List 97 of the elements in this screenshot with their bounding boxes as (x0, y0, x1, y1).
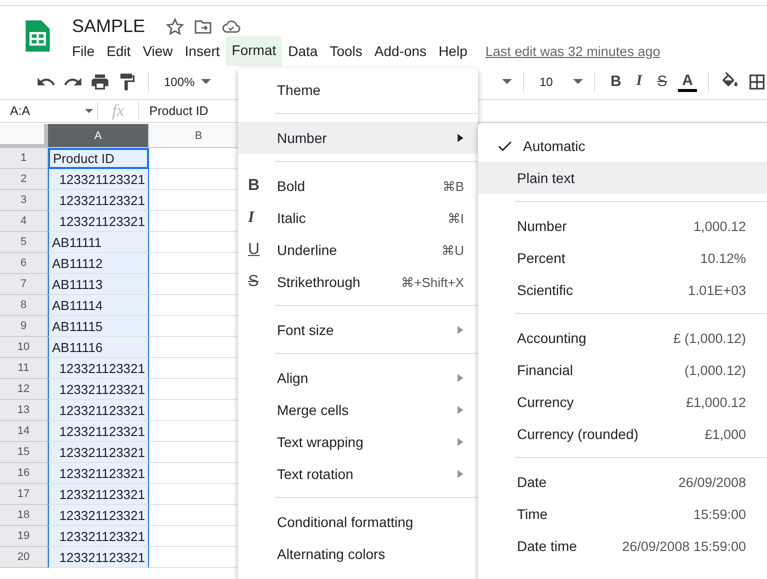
row-header[interactable]: 6 (0, 253, 48, 274)
caret-icon (85, 109, 93, 113)
menu-item[interactable]: Text wrapping (238, 426, 478, 458)
table-cell[interactable]: AB11115 (48, 316, 149, 337)
row-header[interactable]: 10 (0, 337, 48, 358)
star-icon[interactable] (165, 16, 186, 36)
menu-item[interactable]: View (136, 39, 179, 63)
table-cell[interactable]: 123321123321 (48, 526, 149, 547)
table-cell[interactable]: AB11114 (48, 295, 149, 316)
row-header[interactable]: 1 (0, 148, 48, 169)
menu-item[interactable]: Number (238, 122, 478, 154)
print-icon[interactable] (90, 72, 110, 92)
table-cell[interactable]: 123321123321 (48, 442, 149, 463)
row-header[interactable]: 15 (0, 442, 48, 463)
menu-item[interactable]: Automatic (478, 130, 767, 162)
menu-item[interactable]: S Strikethrough ⌘+Shift+X (238, 266, 478, 298)
format-glyph-icon: B (248, 177, 277, 195)
row-header[interactable]: 9 (0, 316, 48, 337)
row-header[interactable]: 12 (0, 379, 48, 400)
menu-item[interactable]: I Italic ⌘I (238, 202, 478, 234)
menu-item[interactable]: Accounting £ (1,000.12) (478, 322, 767, 354)
table-cell[interactable]: 123321123321 (48, 463, 149, 484)
caret-icon (200, 79, 211, 84)
menu-item[interactable]: U Underline ⌘U (238, 234, 478, 266)
borders-icon[interactable] (747, 72, 767, 92)
menu-item[interactable]: Align (238, 362, 478, 394)
table-cell[interactable]: 123321123321 (48, 400, 149, 421)
fx-label: fx (98, 102, 140, 120)
column-header[interactable]: A (48, 124, 149, 148)
menu-item[interactable]: Currency £1,000.12 (478, 386, 767, 418)
menu-item[interactable]: Alternating colors (238, 538, 478, 570)
menu-item[interactable]: Add-ons (368, 39, 433, 63)
menu-item[interactable]: Merge cells (238, 394, 478, 426)
table-cell[interactable]: 123321123321 (48, 484, 149, 505)
menu-item[interactable]: Date 26/09/2008 (478, 466, 767, 498)
menu-item[interactable]: Scientific 1.01E+03 (478, 274, 767, 306)
row-header[interactable]: 20 (0, 547, 48, 568)
row-header[interactable]: 5 (0, 232, 48, 253)
row-header[interactable]: 2 (0, 169, 48, 190)
table-cell[interactable]: 123321123321 (48, 421, 149, 442)
row-header[interactable]: 3 (0, 190, 48, 211)
format-glyph-icon: S (248, 273, 277, 291)
caret-icon (573, 79, 584, 84)
row-header[interactable]: 18 (0, 505, 48, 526)
menu-item[interactable]: Font size (238, 314, 478, 346)
row-header[interactable]: 4 (0, 211, 48, 232)
table-cell[interactable]: 123321123321 (48, 190, 149, 211)
table-cell[interactable]: AB11112 (48, 253, 149, 274)
menu-item[interactable]: Time 15:59:00 (478, 498, 767, 530)
font-size-dropdown[interactable]: 10 (535, 74, 584, 88)
menu-item[interactable]: Text rotation (238, 458, 478, 490)
table-cell[interactable]: Product ID (48, 148, 149, 169)
menu-item[interactable]: Insert (178, 39, 226, 63)
italic-button[interactable]: I (632, 71, 646, 92)
menu-item[interactable]: Data (282, 39, 324, 63)
table-cell[interactable]: AB11113 (48, 274, 149, 295)
table-cell[interactable]: AB11116 (48, 337, 149, 358)
menu-item[interactable]: Theme (238, 74, 478, 106)
table-cell[interactable]: 123321123321 (48, 379, 149, 400)
menu-item[interactable]: Conditional formatting (238, 506, 478, 538)
text-color-button[interactable]: A (678, 71, 697, 92)
row-header[interactable]: 13 (0, 400, 48, 421)
caret-icon[interactable] (502, 79, 512, 84)
menu-item[interactable]: B Bold ⌘B (238, 170, 478, 202)
format-glyph-icon: I (248, 209, 277, 227)
table-cell[interactable]: AB11111 (48, 232, 149, 253)
menu-item[interactable]: Percent 10.12% (478, 242, 767, 274)
menu-item[interactable]: Help (432, 39, 474, 63)
strikethrough-button[interactable]: S (653, 71, 672, 92)
row-header[interactable]: 17 (0, 484, 48, 505)
table-cell[interactable]: 123321123321 (48, 169, 149, 190)
menu-item[interactable]: Date time 26/09/2008 15:59:00 (478, 530, 767, 562)
menu-item[interactable]: Format (226, 36, 282, 66)
last-edit-link[interactable]: Last edit was 32 minutes ago (485, 44, 660, 58)
table-cell[interactable]: 123321123321 (48, 505, 149, 526)
format-glyph-icon: U (248, 241, 277, 259)
table-cell[interactable]: 123321123321 (48, 211, 149, 232)
menu-item[interactable]: Number 1,000.12 (478, 210, 767, 242)
menu-item[interactable]: Plain text (478, 162, 767, 194)
row-header[interactable]: 11 (0, 358, 48, 379)
document-title[interactable]: SAMPLE (72, 16, 146, 37)
row-header[interactable]: 8 (0, 295, 48, 316)
menu-item[interactable]: Tools (324, 39, 368, 63)
bold-button[interactable]: B (606, 71, 626, 92)
table-cell[interactable]: 123321123321 (48, 547, 149, 568)
formula-input[interactable]: Product ID (139, 104, 208, 118)
menu-item[interactable]: Edit (100, 39, 137, 63)
zoom-dropdown[interactable]: 100% (160, 74, 215, 88)
row-header[interactable]: 14 (0, 421, 48, 442)
row-header[interactable]: 19 (0, 526, 48, 547)
menu-item[interactable]: Financial (1,000.12) (478, 354, 767, 386)
table-cell[interactable]: 123321123321 (48, 358, 149, 379)
row-header[interactable]: 16 (0, 463, 48, 484)
name-box[interactable]: A:A (0, 102, 98, 120)
menu-item[interactable]: Currency (rounded) £1,000 (478, 418, 767, 450)
menu-item[interactable]: File (66, 39, 101, 63)
row-header[interactable]: 7 (0, 274, 48, 295)
